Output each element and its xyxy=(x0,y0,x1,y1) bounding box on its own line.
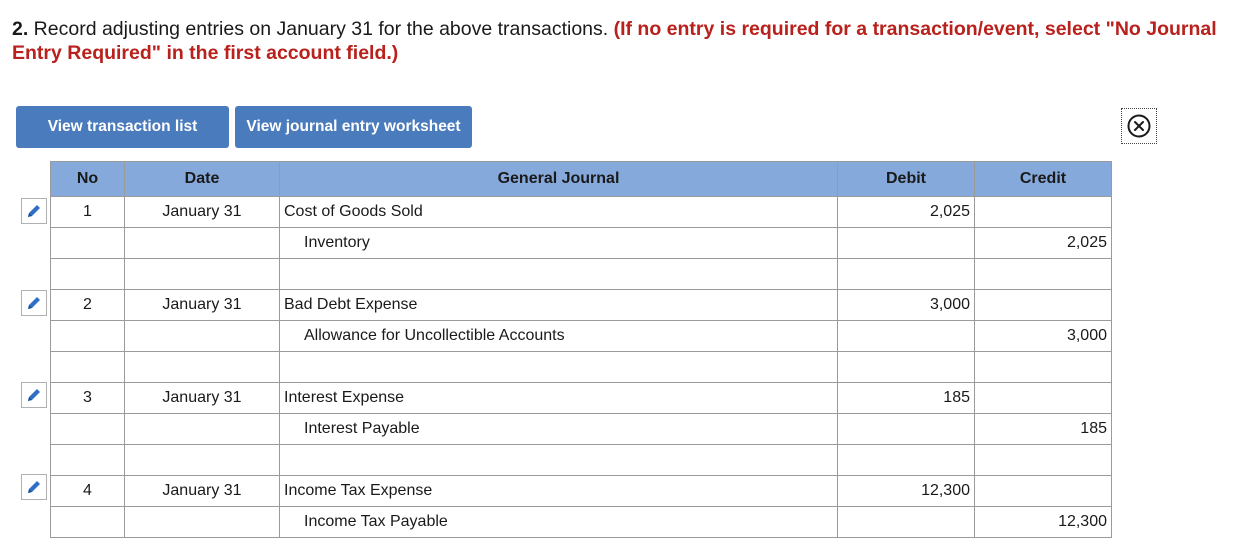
table-row: Interest Payable 185 xyxy=(50,413,1112,445)
header-credit: Credit xyxy=(974,161,1112,197)
cell-debit xyxy=(837,227,975,259)
cell-credit xyxy=(974,289,1112,321)
cell-debit: 12,300 xyxy=(837,475,975,507)
table-row: Inventory 2,025 xyxy=(50,227,1112,259)
header-no: No xyxy=(50,161,125,197)
cell-credit xyxy=(974,444,1112,476)
cell-no xyxy=(50,413,125,445)
cell-date xyxy=(124,320,280,352)
cell-debit xyxy=(837,413,975,445)
cell-account: Inventory xyxy=(279,227,838,259)
pencil-icon xyxy=(28,297,40,309)
cell-date: January 31 xyxy=(124,196,280,228)
table-row: Allowance for Uncollectible Accounts 3,0… xyxy=(50,320,1112,352)
cell-no: 1 xyxy=(50,196,125,228)
question-number: 2. xyxy=(12,18,29,40)
table-row: Income Tax Payable 12,300 xyxy=(50,506,1112,538)
cell-credit xyxy=(974,382,1112,414)
cell-credit xyxy=(974,351,1112,383)
journal-table: No Date General Journal Debit Credit 1 J… xyxy=(50,161,1112,538)
cell-date xyxy=(124,258,280,290)
cell-no xyxy=(50,258,125,290)
cell-account xyxy=(279,258,838,290)
table-row: 2 January 31 Bad Debt Expense 3,000 xyxy=(50,289,1112,321)
cell-account: Income Tax Expense xyxy=(279,475,838,507)
cell-date xyxy=(124,413,280,445)
cell-account: Cost of Goods Sold xyxy=(279,196,838,228)
cell-date xyxy=(124,444,280,476)
cell-no: 2 xyxy=(50,289,125,321)
cell-credit: 12,300 xyxy=(974,506,1112,538)
cell-debit xyxy=(837,351,975,383)
cell-date xyxy=(124,351,280,383)
pencil-icon xyxy=(28,389,40,401)
cell-debit xyxy=(837,506,975,538)
question-text: 2. Record adjusting entries on January 3… xyxy=(12,17,1222,65)
cell-debit xyxy=(837,444,975,476)
cell-account: Interest Expense xyxy=(279,382,838,414)
cell-debit: 185 xyxy=(837,382,975,414)
cell-credit xyxy=(974,258,1112,290)
cell-account xyxy=(279,444,838,476)
cell-account: Income Tax Payable xyxy=(279,506,838,538)
question-body: Record adjusting entries on January 31 f… xyxy=(28,18,614,40)
table-row xyxy=(50,351,1112,383)
view-journal-entry-worksheet-button[interactable]: View journal entry worksheet xyxy=(235,106,472,148)
table-row: 4 January 31 Income Tax Expense 12,300 xyxy=(50,475,1112,507)
header-debit: Debit xyxy=(837,161,975,197)
table-row xyxy=(50,444,1112,476)
cell-no: 3 xyxy=(50,382,125,414)
edit-entry-2-button[interactable] xyxy=(21,290,47,316)
close-circle-icon xyxy=(1127,114,1151,138)
cell-no xyxy=(50,320,125,352)
cell-date: January 31 xyxy=(124,475,280,507)
cell-no: 4 xyxy=(50,475,125,507)
cell-date xyxy=(124,506,280,538)
table-row xyxy=(50,258,1112,290)
cell-debit xyxy=(837,320,975,352)
cell-no xyxy=(50,351,125,383)
pencil-icon xyxy=(28,481,40,493)
pencil-icon xyxy=(28,205,40,217)
cell-no xyxy=(50,444,125,476)
cell-account: Allowance for Uncollectible Accounts xyxy=(279,320,838,352)
cell-date: January 31 xyxy=(124,289,280,321)
cell-credit xyxy=(974,196,1112,228)
header-date: Date xyxy=(124,161,280,197)
view-transaction-list-button[interactable]: View transaction list xyxy=(16,106,229,148)
cell-no xyxy=(50,506,125,538)
edit-entry-1-button[interactable] xyxy=(21,198,47,224)
cell-date xyxy=(124,227,280,259)
cell-credit: 2,025 xyxy=(974,227,1112,259)
cell-credit xyxy=(974,475,1112,507)
cell-date: January 31 xyxy=(124,382,280,414)
cell-debit: 2,025 xyxy=(837,196,975,228)
table-row: 3 January 31 Interest Expense 185 xyxy=(50,382,1112,414)
cell-debit xyxy=(837,258,975,290)
table-row: 1 January 31 Cost of Goods Sold 2,025 xyxy=(50,196,1112,228)
cell-account: Interest Payable xyxy=(279,413,838,445)
cell-no xyxy=(50,227,125,259)
cell-credit: 3,000 xyxy=(974,320,1112,352)
edit-entry-3-button[interactable] xyxy=(21,382,47,408)
header-general-journal: General Journal xyxy=(279,161,838,197)
table-header-row: No Date General Journal Debit Credit xyxy=(50,161,1112,197)
edit-entry-4-button[interactable] xyxy=(21,474,47,500)
cell-credit: 185 xyxy=(974,413,1112,445)
close-button[interactable] xyxy=(1121,108,1157,144)
cell-account xyxy=(279,351,838,383)
cell-account: Bad Debt Expense xyxy=(279,289,838,321)
cell-debit: 3,000 xyxy=(837,289,975,321)
